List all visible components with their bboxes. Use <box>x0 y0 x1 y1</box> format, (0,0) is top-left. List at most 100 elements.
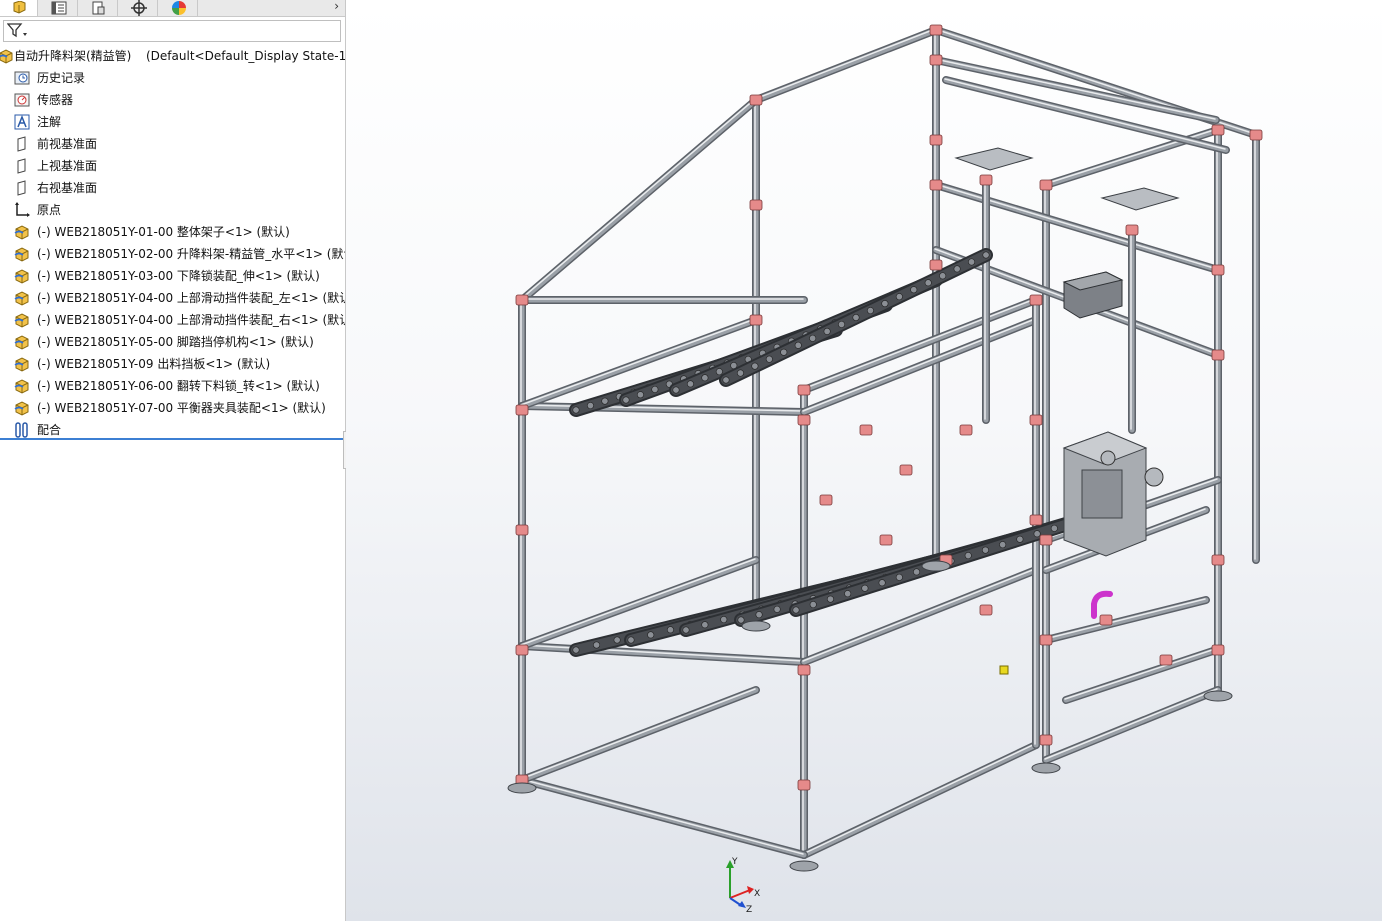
pipe-joint <box>1211 554 1225 566</box>
roller-wheel <box>736 369 744 377</box>
pipe-joint <box>1211 264 1225 276</box>
pipe-joint <box>797 384 811 396</box>
pipe-joint <box>1249 129 1263 141</box>
roller-wheel <box>794 341 802 349</box>
pipe-joint <box>1039 634 1053 646</box>
plane-icon <box>17 180 26 196</box>
roller-wheel <box>682 626 690 634</box>
tube-segment <box>520 778 804 855</box>
tree-item[interactable]: (-) WEB218051Y-02-00 升降料架-精益管_水平<1> (默认 <box>0 243 345 265</box>
roller-wheel <box>701 374 709 382</box>
tab-overflow-chevron[interactable]: › <box>334 0 339 13</box>
tube-segment <box>802 298 1036 390</box>
roller-wheel <box>601 397 609 405</box>
graphics-area[interactable]: Y X Z <box>346 0 1382 921</box>
roller-wheel <box>586 402 594 410</box>
roller-wheel <box>823 327 831 335</box>
tab-display-manager[interactable] <box>160 0 198 16</box>
pipe-joint <box>1029 514 1043 526</box>
tree-item[interactable]: 传感器 <box>0 89 345 111</box>
panel-splitter[interactable] <box>0 438 345 440</box>
roller-wheel <box>572 406 580 414</box>
tree-item[interactable]: (-) WEB218051Y-05-00 脚踏挡停机构<1> (默认) <box>0 331 345 353</box>
tree-item[interactable]: (-) WEB218051Y-01-00 整体架子<1> (默认) <box>0 221 345 243</box>
roller-wheel <box>651 385 659 393</box>
tree-item-label: 注解 <box>37 115 62 129</box>
tree-item-label: 右视基准面 <box>37 181 98 195</box>
roller-wheel <box>666 626 674 634</box>
pipe-joint <box>515 524 529 536</box>
tube-segment <box>1043 597 1209 643</box>
tab-configuration-manager[interactable] <box>80 0 118 16</box>
pipe-joint <box>1029 414 1043 426</box>
roller-wheel <box>720 616 728 624</box>
rack-model-3d[interactable] <box>346 0 1382 921</box>
tree-item[interactable]: (-) WEB218051Y-09 出料挡板<1> (默认) <box>0 353 345 375</box>
tube-segment <box>519 687 759 783</box>
subassembly-icon <box>14 247 29 262</box>
assembly-icon <box>0 49 13 64</box>
tree-item[interactable]: (-) WEB218051Y-04-00 上部滑动挡件装配_右<1> (默认 <box>0 309 345 331</box>
pipe-joint <box>959 424 973 436</box>
tree-item[interactable]: 前视基准面 <box>0 133 345 155</box>
tree-item-label: (-) WEB218051Y-02-00 升降料架-精益管_水平<1> (默认 <box>37 247 346 261</box>
display-manager-icon <box>171 1 186 15</box>
roller-wheel <box>672 386 680 394</box>
roller-wheel <box>701 621 709 629</box>
roller-wheel <box>826 595 834 603</box>
tube-segment <box>753 27 939 103</box>
tree-root-assembly[interactable]: 自动升降料架(精益管) (Default<Default_Display Stat… <box>0 45 345 67</box>
tree-item[interactable]: (-) WEB218051Y-06-00 翻转下料锁_转<1> (默认) <box>0 375 345 397</box>
pipe-joint <box>1039 734 1053 746</box>
roller-wheel <box>1050 524 1058 532</box>
tree-item[interactable]: 历史记录 <box>0 67 345 89</box>
sensor-icon <box>14 93 30 107</box>
feature-manager-panel: › 自动升降料架(精益管) (Default<Default_Display St… <box>0 0 346 921</box>
roller-wheel <box>613 636 621 644</box>
tube-segment <box>754 28 936 100</box>
roller-wheel <box>953 265 961 273</box>
pipe-joint <box>797 779 811 791</box>
roller-wheel <box>715 368 723 376</box>
tree-item[interactable]: 上视基准面 <box>0 155 345 177</box>
roller-wheel <box>686 380 694 388</box>
tree-item[interactable]: (-) WEB218051Y-04-00 上部滑动挡件装配_左<1> (默认 <box>0 287 345 309</box>
pipe-joint <box>515 644 529 656</box>
roller-tracks <box>569 248 1113 657</box>
tree-item-label: (-) WEB218051Y-06-00 翻转下料锁_转<1> (默认) <box>37 379 320 393</box>
pipe-joint <box>749 199 763 211</box>
tube-segment <box>520 98 756 300</box>
tab-property-manager[interactable] <box>40 0 78 16</box>
subassembly-icon <box>14 291 29 306</box>
filter-icon[interactable] <box>7 23 29 39</box>
pipe-joint <box>1039 534 1053 546</box>
pipe-joint <box>1039 179 1053 191</box>
roller-wheel <box>765 355 773 363</box>
roller-wheel <box>939 272 947 280</box>
roller-wheel <box>809 601 817 609</box>
pipe-joint <box>1211 124 1225 136</box>
tree-item[interactable]: 原点 <box>0 199 345 221</box>
tree-item-label: (-) WEB218051Y-04-00 上部滑动挡件装配_左<1> (默认 <box>37 291 346 305</box>
root-config-label: (Default<Default_Display State-1> <box>146 49 346 63</box>
roller-wheel <box>981 546 989 554</box>
roller-wheel <box>636 391 644 399</box>
pipe-joint <box>749 94 763 106</box>
tree-item[interactable]: 注解 <box>0 111 345 133</box>
configuration-manager-icon <box>92 1 104 15</box>
tree-filter[interactable] <box>3 20 341 42</box>
tube-segment <box>801 297 1039 393</box>
tree-item[interactable]: 右视基准面 <box>0 177 345 199</box>
subassembly-icon <box>14 335 29 350</box>
roller-wheel <box>866 307 874 315</box>
leveling-foot <box>741 620 771 632</box>
roller-wheel <box>838 320 846 328</box>
tube-segment <box>520 688 756 780</box>
tree-item[interactable]: (-) WEB218051Y-07-00 平衡器夹具装配<1> (默认) <box>0 397 345 419</box>
roller-wheel <box>572 646 580 654</box>
subassembly-icon <box>14 379 29 394</box>
tree-item-label: 配合 <box>37 423 62 437</box>
tab-feature-manager[interactable] <box>0 0 38 16</box>
tree-item[interactable]: (-) WEB218051Y-03-00 下降锁装配_伸<1> (默认) <box>0 265 345 287</box>
tab-dimxpert-manager[interactable] <box>120 0 158 16</box>
